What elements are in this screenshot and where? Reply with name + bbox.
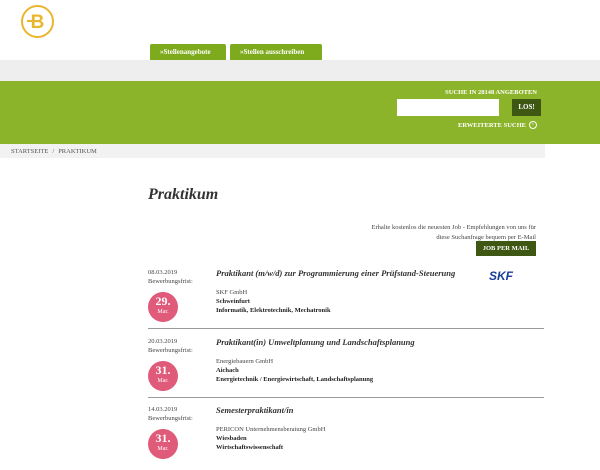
breadcrumb-separator: /	[52, 148, 55, 155]
deadline-badge: 29. Mar.	[148, 292, 178, 322]
breadcrumb-current: PRAKTIKUM	[58, 148, 97, 155]
search-button[interactable]: LOS!	[512, 99, 541, 116]
job-date: 08.03.2019	[148, 269, 178, 276]
page-title: Praktikum	[148, 186, 219, 203]
deadline-label: Bewerbungsfrist:	[148, 347, 193, 354]
job-field: Wirtschaftswissenschaft	[216, 444, 284, 451]
company-logo-skf[interactable]: SKF	[489, 269, 513, 283]
job-title-link[interactable]: Praktikant (m/w/d) zur Programmierung ei…	[216, 268, 455, 278]
job-listing: 08.03.2019 Bewerbungsfrist: 29. Mar. Pra…	[148, 268, 544, 333]
divider	[148, 397, 544, 398]
breadcrumb-home[interactable]: STARTSEITE	[11, 148, 48, 155]
job-field: Energietechnik / Energiewirtschaft, Land…	[216, 376, 374, 383]
deadline-day: 31.	[155, 431, 171, 445]
deadline-day: 29.	[155, 294, 171, 308]
job-listing: 14.03.2019 Bewerbungsfrist: 31. Mar. Sem…	[148, 405, 544, 470]
job-city: Schweinfurt	[216, 298, 250, 305]
nav-stellen-ausschreiben[interactable]: »Stellen ausschreiben	[230, 44, 322, 60]
deadline-month: Mar.	[157, 378, 169, 384]
job-company: Energiebauern GmbH	[216, 358, 274, 365]
deadline-month: Mar.	[157, 446, 169, 452]
advanced-search-label: ERWEITERTE SUCHE	[458, 121, 526, 129]
deadline-day: 31.	[155, 363, 171, 377]
job-per-mail-button[interactable]: JOB PER MAIL	[476, 241, 536, 256]
top-nav: »Stellenangebote »Stellen ausschreiben	[150, 44, 322, 60]
jobmail-text: Erhalte kostenlos die neuesten Job - Emp…	[371, 224, 536, 241]
job-title-link[interactable]: Semesterpraktikant/in	[216, 405, 293, 415]
breadcrumb: STARTSEITE / PRAKTIKUM	[11, 148, 97, 155]
deadline-badge: 31. Mar.	[148, 361, 178, 391]
circle-arrow-icon: ›	[529, 121, 537, 129]
deadline-month: Mar.	[157, 309, 169, 315]
divider	[148, 328, 544, 329]
search-input[interactable]	[397, 99, 499, 116]
job-company: SKF GmbH	[216, 289, 248, 296]
job-city: Aichach	[216, 367, 239, 374]
job-date: 14.03.2019	[148, 406, 178, 413]
site-logo[interactable]: B	[21, 5, 54, 38]
job-field: Informatik, Elektrotechnik, Mechatronik	[216, 307, 331, 314]
deadline-badge: 31. Mar.	[148, 429, 178, 459]
search-label: SUCHE IN 28148 ANGEBOTEN	[445, 89, 537, 96]
svg-text:B: B	[31, 12, 45, 33]
job-company: PERICON Unternehmensberatung GmbH	[216, 426, 326, 433]
b-logo-icon: B	[27, 12, 45, 33]
deadline-label: Bewerbungsfrist:	[148, 278, 193, 285]
job-listing: 20.03.2019 Bewerbungsfrist: 31. Mar. Pra…	[148, 337, 544, 402]
nav-stellenangebote[interactable]: »Stellenangebote	[150, 44, 226, 60]
job-title-link[interactable]: Praktikant(in) Umweltplanung und Landsch…	[216, 337, 415, 347]
job-date: 20.03.2019	[148, 338, 178, 345]
deadline-label: Bewerbungsfrist:	[148, 415, 193, 422]
advanced-search-link[interactable]: ERWEITERTE SUCHE ›	[458, 121, 537, 129]
gray-header-strip	[0, 60, 600, 81]
job-city: Wiesbaden	[216, 435, 247, 442]
